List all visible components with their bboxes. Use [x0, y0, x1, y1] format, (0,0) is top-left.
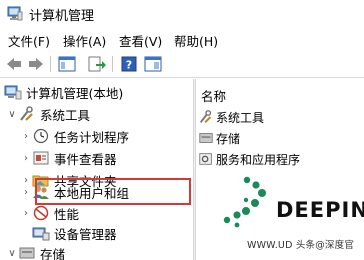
clock-icon	[33, 128, 49, 144]
show-action-pane-button[interactable]	[142, 54, 164, 74]
title-bar: 计算机管理	[0, 0, 364, 28]
list-item-label: 服务和应用程序	[216, 152, 301, 167]
computer-management-icon	[7, 6, 23, 21]
tree-node-event-viewer[interactable]: › 事件查看器	[20, 147, 117, 169]
storage-icon	[19, 247, 35, 259]
tree-node-label: 设备管理器	[54, 226, 117, 242]
svg-text:?: ?	[126, 59, 132, 72]
help-button[interactable]: ?	[118, 54, 140, 74]
tree-node-storage[interactable]: ∨ 存储	[6, 242, 65, 260]
deepin-logo-icon	[223, 176, 266, 228]
menu-help[interactable]: 帮助(H)	[174, 31, 218, 50]
toolbar-separator	[112, 56, 113, 72]
action-pane-icon	[144, 56, 162, 72]
forward-button[interactable]	[25, 54, 47, 74]
tree-node-label: 性能	[54, 206, 80, 222]
watermark-brand: DEEPIN	[276, 198, 364, 222]
watermark-tail-text: 头条@深度官	[295, 240, 355, 251]
performance-icon	[33, 205, 49, 221]
chevron-right-icon[interactable]: ›	[20, 153, 32, 164]
menu-file[interactable]: 文件(F)	[8, 31, 50, 50]
export-list-button[interactable]	[86, 54, 108, 74]
tools-icon	[199, 110, 212, 124]
chevron-right-icon[interactable]: ›	[20, 208, 32, 219]
arrow-right-icon	[29, 58, 43, 70]
tree-node-storage-label: 存储	[40, 246, 66, 260]
storage-icon	[199, 133, 213, 143]
help-icon: ?	[121, 56, 137, 72]
show-hide-tree-button[interactable]	[56, 54, 78, 74]
tree-node-system-tools-label: 系统工具	[40, 107, 91, 123]
chevron-down-icon[interactable]: ∨	[6, 109, 18, 120]
tree-node-task-scheduler[interactable]: › 任务计划程序	[20, 125, 129, 147]
menu-action[interactable]: 操作(A)	[63, 31, 106, 50]
tree-node-system-tools[interactable]: ∨ 系统工具	[6, 103, 90, 125]
tree-node-device-manager[interactable]: 设备管理器	[32, 222, 117, 244]
event-viewer-icon	[33, 151, 49, 165]
tools-icon	[20, 106, 33, 121]
services-icon	[199, 153, 212, 165]
tree-node-label: 事件查看器	[54, 151, 117, 167]
watermark-url-text: WWW.UD	[247, 240, 293, 251]
list-item[interactable]: 存储	[198, 129, 240, 147]
export-icon	[88, 56, 106, 72]
column-header-name[interactable]: 名称	[201, 86, 226, 105]
tree-node-label: 任务计划程序	[54, 129, 130, 145]
menu-bar: 文件(F) 操作(A) 查看(V) 帮助(H)	[0, 29, 364, 49]
window-title: 计算机管理	[29, 9, 95, 24]
menu-view[interactable]: 查看(V)	[119, 31, 162, 50]
watermark-url: WWW.UD 头条@深度官	[247, 237, 354, 251]
tree-node-performance[interactable]: › 性能	[20, 202, 79, 224]
list-item-label: 存储	[216, 131, 241, 146]
chevron-right-icon[interactable]: ›	[20, 131, 32, 142]
chevron-right-icon[interactable]: ›	[20, 187, 32, 198]
list-item-label: 系统工具	[216, 110, 265, 125]
chevron-down-icon[interactable]: ∨	[6, 248, 18, 259]
back-button[interactable]	[3, 54, 25, 74]
list-item[interactable]: 服务和应用程序	[198, 150, 300, 168]
console-tree-icon	[58, 56, 76, 72]
tree-node-root-label: 计算机管理(本地)	[26, 85, 124, 101]
list-item[interactable]: 系统工具	[198, 108, 264, 126]
highlight-box	[35, 178, 191, 205]
toolbar-separator	[50, 56, 51, 72]
toolbar: ?	[0, 50, 364, 78]
tree-node-root[interactable]: 计算机管理(本地)	[4, 81, 123, 103]
device-manager-icon	[32, 227, 50, 241]
arrow-left-icon	[7, 58, 21, 70]
computer-management-icon	[4, 85, 22, 100]
